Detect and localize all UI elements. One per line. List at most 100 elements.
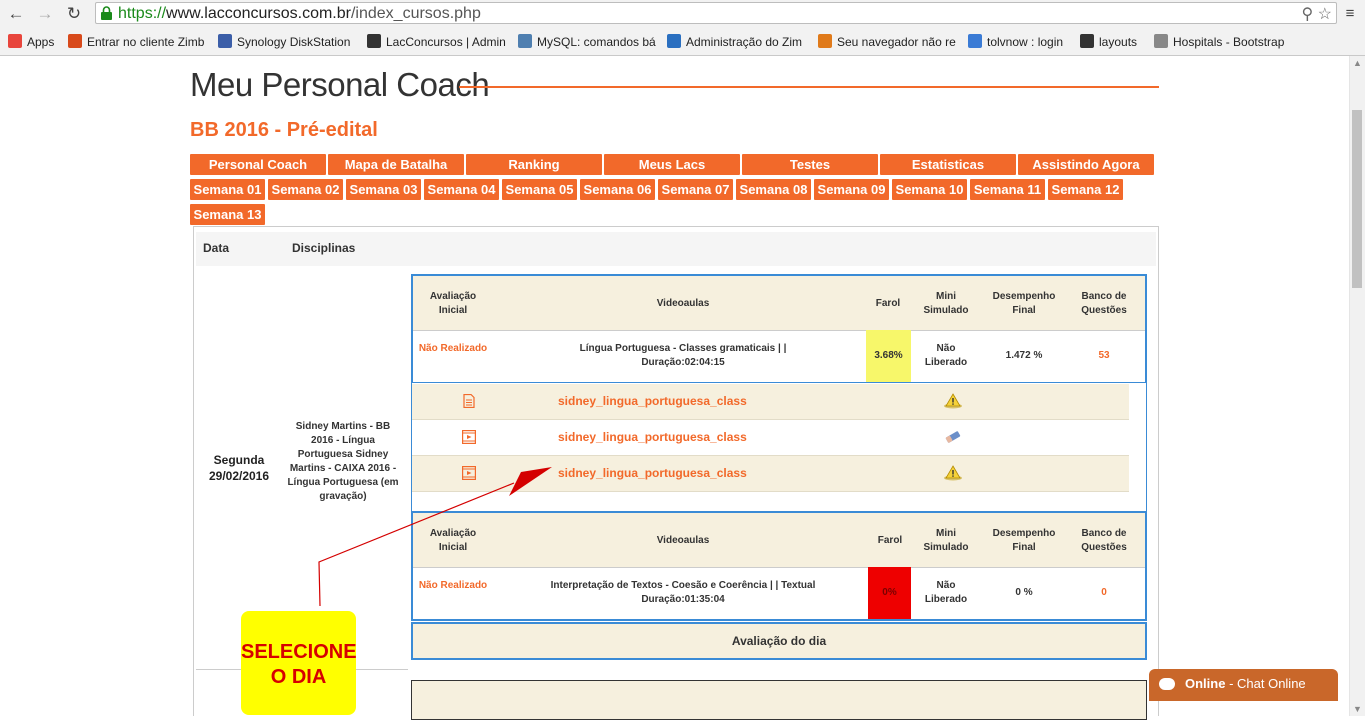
bookmark-item[interactable]: Entrar no cliente Zimb xyxy=(68,33,204,51)
week-tab[interactable]: Semana 04 xyxy=(424,179,499,200)
chat-label: - Chat Online xyxy=(1225,676,1306,691)
callout-note: SELECIONE O DIA xyxy=(241,611,357,715)
page-scrollbar[interactable]: ▲ ▼ xyxy=(1349,56,1365,716)
bookmark-item[interactable]: tolvnow : login xyxy=(968,33,1063,51)
warning-icon[interactable] xyxy=(943,393,963,409)
address-bar[interactable]: https://www.lacconcursos.com.br/index_cu… xyxy=(95,2,1337,24)
schedule-header: Data Disciplinas xyxy=(196,232,1156,266)
scroll-down-icon[interactable]: ▼ xyxy=(1353,704,1362,714)
week-tab[interactable]: Semana 08 xyxy=(736,179,811,200)
synology-icon xyxy=(218,34,232,48)
bookmark-item[interactable]: Seu navegador não re xyxy=(818,33,956,51)
lesson-duration: Duração:02:04:15 xyxy=(641,357,725,368)
week-tab[interactable]: Semana 01 xyxy=(190,179,265,200)
week-tab[interactable]: Semana 10 xyxy=(892,179,967,200)
col-avaliacao-inicial: Avaliação Inicial xyxy=(429,528,477,553)
week-tab[interactable]: Semana 09 xyxy=(814,179,889,200)
day-weekday: Segunda xyxy=(213,453,265,467)
lesson-title[interactable]: Língua Portuguesa - Classes gramaticais … xyxy=(553,342,813,370)
tab-mapa-de-batalha[interactable]: Mapa de Batalha xyxy=(328,154,464,175)
desempenho-value: 0 % xyxy=(1015,587,1033,598)
farol-indicator: 3.68% xyxy=(866,330,911,382)
avaliacao-status[interactable]: Não Realizado xyxy=(417,579,489,593)
bookmark-item[interactable]: LacConcursos | Admin xyxy=(367,33,506,51)
mini-simulado-status: Não Liberado xyxy=(924,580,968,605)
scrollbar-thumb[interactable] xyxy=(1352,110,1362,288)
col-banco-questoes: Banco de Questões xyxy=(1081,528,1127,553)
bookmark-item[interactable]: Hospitals - Bootstrap xyxy=(1154,33,1284,51)
avaliacao-status[interactable]: Não Realizado xyxy=(417,342,489,356)
chat-online-button[interactable]: Online - Chat Online xyxy=(1149,669,1338,701)
lesson-title[interactable]: Interpretação de Textos - Coesão e Coerê… xyxy=(533,579,833,607)
avaliacao-do-dia-button[interactable]: Avaliação do dia xyxy=(411,622,1147,660)
tab-assistindo-agora[interactable]: Assistindo Agora xyxy=(1018,154,1154,175)
col-banco-questoes: Banco de Questões xyxy=(1081,291,1127,316)
week-tab[interactable]: Semana 12 xyxy=(1048,179,1123,200)
lesson-table: Avaliação Inicial Videoaulas Farol Mini … xyxy=(411,274,1147,384)
col-farol: Farol xyxy=(875,298,901,309)
chat-status: Online xyxy=(1185,676,1226,691)
back-arrow-icon[interactable]: ← xyxy=(6,4,26,24)
video-icon xyxy=(462,466,476,480)
day-cell[interactable]: Segunda 29/02/2016 xyxy=(196,452,282,484)
bookmark-item[interactable]: MySQL: comandos bá xyxy=(518,33,656,51)
tab-estatisticas[interactable]: Estatisticas xyxy=(880,154,1016,175)
bookmark-label: Administração do Zim xyxy=(686,35,803,49)
bookmark-item[interactable]: Administração do Zim xyxy=(667,33,802,51)
browser-toolbar: ← → ↻ https://www.lacconcursos.com.br/in… xyxy=(0,0,1365,28)
apps-grid-icon xyxy=(8,34,22,48)
header-data: Data xyxy=(203,241,230,255)
reload-icon[interactable]: ↻ xyxy=(64,4,84,24)
bookmark-item[interactable]: Synology DiskStation xyxy=(218,33,350,51)
tab-personal-coach[interactable]: Personal Coach xyxy=(190,154,326,175)
bookmark-item[interactable]: layouts xyxy=(1080,33,1137,51)
lesson-duration: Duração:01:35:04 xyxy=(641,594,725,605)
week-tab[interactable]: Semana 11 xyxy=(970,179,1045,200)
week-tab[interactable]: Semana 05 xyxy=(502,179,577,200)
next-lesson-table xyxy=(411,680,1147,720)
col-mini-simulado: Mini Simulado xyxy=(923,528,969,553)
week-tab[interactable]: Semana 13 xyxy=(190,204,265,225)
week-tab[interactable]: Semana 07 xyxy=(658,179,733,200)
material-row[interactable]: sidney_lingua_portuguesa_class xyxy=(412,384,1129,420)
col-videoaulas: Videoaulas xyxy=(656,535,710,546)
farol-value: 3.68% xyxy=(874,350,903,361)
key-icon[interactable]: ⚲ xyxy=(1301,6,1313,23)
col-mini-simulado: Mini Simulado xyxy=(923,291,969,316)
forward-arrow-icon[interactable]: → xyxy=(35,4,55,24)
material-link[interactable]: sidney_lingua_portuguesa_class xyxy=(558,430,747,444)
mini-simulado-status: Não Liberado xyxy=(924,343,968,368)
bookmark-item[interactable]: Apps xyxy=(8,33,54,51)
document-icon xyxy=(463,394,475,408)
star-icon[interactable]: ☆ xyxy=(1318,6,1332,23)
lock-icon xyxy=(101,6,112,20)
week-tab[interactable]: Semana 03 xyxy=(346,179,421,200)
material-link[interactable]: sidney_lingua_portuguesa_class xyxy=(558,466,747,480)
zimbra-z-icon xyxy=(667,34,681,48)
w3-icon xyxy=(1080,34,1094,48)
warning-icon[interactable] xyxy=(943,465,963,481)
bookmark-label: Entrar no cliente Zimb xyxy=(87,35,205,49)
course-title: BB 2016 - Pré-edital xyxy=(190,119,378,141)
bookmark-label: Hospitals - Bootstrap xyxy=(1173,35,1285,49)
week-tab[interactable]: Semana 02 xyxy=(268,179,343,200)
lesson-title-text: Interpretação de Textos - Coesão e Coerê… xyxy=(550,580,816,591)
scroll-up-icon[interactable]: ▲ xyxy=(1353,58,1362,68)
lesson-title-text: Língua Portuguesa - Classes gramaticais … xyxy=(579,343,787,354)
tolvnow-icon xyxy=(968,34,982,48)
menu-icon[interactable]: ≡ xyxy=(1340,4,1360,24)
material-link[interactable]: sidney_lingua_portuguesa_class xyxy=(558,394,747,408)
bookmark-label: tolvnow : login xyxy=(987,35,1064,49)
banco-questoes-link[interactable]: 53 xyxy=(1071,349,1137,363)
url-text: https://www.lacconcursos.com.br/index_cu… xyxy=(118,5,481,22)
material-row[interactable]: sidney_lingua_portuguesa_class xyxy=(412,420,1129,456)
banco-questoes-link[interactable]: 0 xyxy=(1071,586,1137,600)
day-date: 29/02/2016 xyxy=(208,469,270,483)
tab-meus-lacs[interactable]: Meus Lacs xyxy=(604,154,740,175)
tab-testes[interactable]: Testes xyxy=(742,154,878,175)
pencil-eraser-icon[interactable] xyxy=(943,429,963,445)
bookmark-label: Apps xyxy=(27,35,55,49)
material-row[interactable]: sidney_lingua_portuguesa_class xyxy=(412,456,1129,492)
week-tab[interactable]: Semana 06 xyxy=(580,179,655,200)
tab-ranking[interactable]: Ranking xyxy=(466,154,602,175)
